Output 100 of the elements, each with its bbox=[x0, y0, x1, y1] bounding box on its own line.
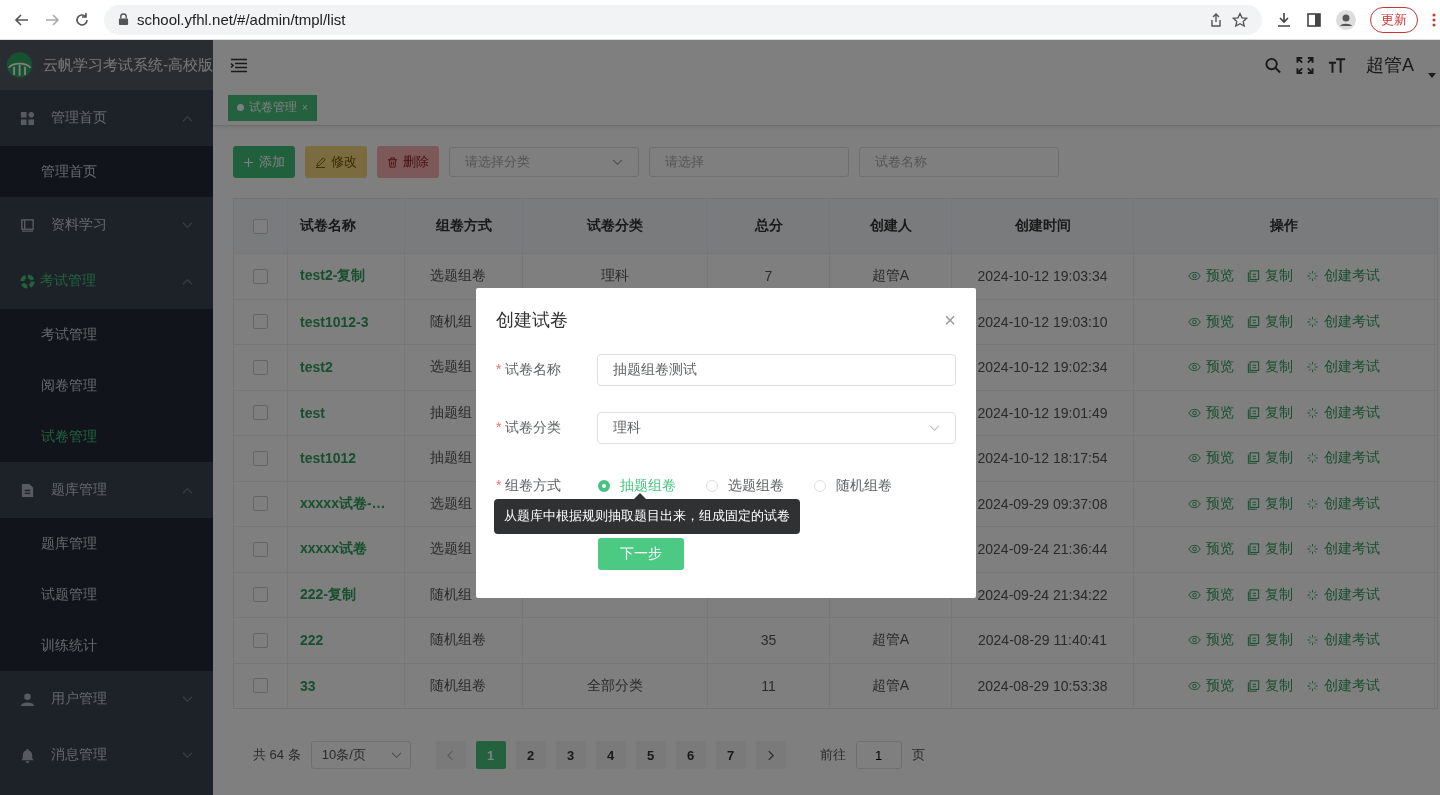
menu-icon[interactable] bbox=[1432, 11, 1436, 28]
menu-item[interactable]: 阅卷管理 bbox=[0, 360, 213, 411]
radio-option[interactable]: 选题组卷 bbox=[706, 477, 784, 495]
page-size-select[interactable]: 10条/页 bbox=[310, 741, 411, 769]
menu-item[interactable]: 试卷管理 bbox=[0, 411, 213, 462]
checkbox[interactable] bbox=[253, 632, 268, 648]
paper-name-link[interactable]: test2-复制 bbox=[300, 267, 366, 286]
action-link[interactable]: 复制 bbox=[1247, 449, 1293, 468]
fullscreen-icon[interactable] bbox=[1296, 56, 1314, 74]
action-link[interactable]: 预览 bbox=[1188, 358, 1234, 377]
paper-name-link[interactable]: test1012 bbox=[300, 450, 357, 467]
checkbox[interactable] bbox=[253, 450, 268, 466]
reload-icon[interactable] bbox=[74, 11, 90, 28]
paper-name-link[interactable]: test1012-3 bbox=[300, 313, 369, 330]
add-button[interactable]: 添加 bbox=[233, 146, 295, 178]
page-button[interactable]: 3 bbox=[555, 741, 586, 769]
star-icon[interactable] bbox=[1232, 11, 1248, 28]
action-link[interactable]: 复制 bbox=[1247, 676, 1293, 695]
profile-icon[interactable] bbox=[1336, 9, 1356, 30]
share-icon[interactable] bbox=[1208, 11, 1224, 28]
action-link[interactable]: 预览 bbox=[1188, 676, 1234, 695]
next-step-button[interactable]: 下一步 bbox=[598, 538, 684, 570]
action-link[interactable]: 创建考试 bbox=[1306, 403, 1380, 422]
paper-name-link[interactable]: 222-复制 bbox=[300, 585, 357, 604]
action-link[interactable]: 创建考试 bbox=[1306, 494, 1380, 513]
checkbox[interactable] bbox=[253, 314, 268, 330]
checkbox[interactable] bbox=[253, 359, 268, 375]
menu-group[interactable]: 题库管理 bbox=[0, 462, 213, 518]
action-link[interactable]: 创建考试 bbox=[1306, 267, 1380, 286]
action-link[interactable]: 预览 bbox=[1188, 403, 1234, 422]
name-field[interactable]: 抽题组卷测试 bbox=[596, 354, 956, 386]
paper-name-link[interactable]: test2 bbox=[300, 359, 333, 376]
page-button[interactable]: 7 bbox=[715, 741, 746, 769]
action-link[interactable]: 预览 bbox=[1188, 585, 1234, 604]
user-menu[interactable]: 超管A bbox=[1366, 53, 1414, 77]
page-input[interactable]: 1 bbox=[855, 741, 902, 769]
page-button[interactable]: 5 bbox=[635, 741, 666, 769]
checkbox[interactable] bbox=[253, 405, 268, 421]
action-link[interactable]: 复制 bbox=[1247, 312, 1293, 331]
action-link[interactable]: 预览 bbox=[1188, 312, 1234, 331]
checkbox[interactable] bbox=[253, 587, 268, 603]
radio-option[interactable]: 随机组卷 bbox=[814, 477, 892, 495]
action-link[interactable]: 创建考试 bbox=[1306, 631, 1380, 650]
action-link[interactable]: 创建考试 bbox=[1306, 449, 1380, 468]
page-button[interactable]: 2 bbox=[515, 741, 546, 769]
menu-group[interactable]: 管理首页 bbox=[0, 90, 213, 146]
paper-name-link[interactable]: 222 bbox=[300, 632, 324, 649]
action-link[interactable]: 预览 bbox=[1188, 449, 1234, 468]
menu-item[interactable]: 题库管理 bbox=[0, 518, 213, 569]
menu-group[interactable]: 用户管理 bbox=[0, 671, 213, 727]
action-link[interactable]: 创建考试 bbox=[1306, 312, 1380, 331]
action-link[interactable]: 创建考试 bbox=[1306, 540, 1380, 559]
caret-icon[interactable] bbox=[1428, 73, 1436, 78]
menu-icon[interactable] bbox=[230, 56, 248, 74]
action-link[interactable]: 复制 bbox=[1247, 403, 1293, 422]
back-icon[interactable] bbox=[14, 11, 30, 28]
menu-group[interactable]: 消息管理 bbox=[0, 727, 213, 783]
update-button[interactable]: 更新 bbox=[1370, 6, 1418, 33]
page-button[interactable]: 6 bbox=[675, 741, 706, 769]
action-link[interactable]: 复制 bbox=[1247, 631, 1293, 650]
menu-item[interactable]: 考试管理 bbox=[0, 309, 213, 360]
action-link[interactable]: 预览 bbox=[1188, 494, 1234, 513]
action-link[interactable]: 预览 bbox=[1188, 267, 1234, 286]
action-link[interactable]: 复制 bbox=[1247, 494, 1293, 513]
page-button[interactable]: 1 bbox=[475, 741, 506, 769]
next-page-button[interactable] bbox=[755, 741, 786, 769]
action-link[interactable]: 复制 bbox=[1247, 540, 1293, 559]
menu-item[interactable]: 管理首页 bbox=[0, 146, 213, 197]
action-link[interactable]: 创建考试 bbox=[1306, 585, 1380, 604]
paper-name-link[interactable]: 33 bbox=[300, 677, 316, 694]
action-link[interactable]: 创建考试 bbox=[1306, 358, 1380, 377]
checkbox[interactable] bbox=[253, 496, 268, 512]
paper-name-link[interactable]: xxxxx试卷-… bbox=[300, 494, 386, 513]
checkbox[interactable] bbox=[253, 541, 268, 557]
close-icon[interactable]: × bbox=[302, 102, 308, 113]
category-select[interactable]: 理科 bbox=[596, 412, 956, 444]
menu-group[interactable]: 考试管理 bbox=[0, 253, 213, 309]
side-panel-icon[interactable] bbox=[1306, 11, 1322, 28]
paper-name-link[interactable]: xxxxx试卷 bbox=[300, 540, 367, 559]
page-tab[interactable]: 试卷管理 × bbox=[228, 94, 317, 121]
action-link[interactable]: 复制 bbox=[1247, 267, 1293, 286]
font-size-icon[interactable] bbox=[1328, 56, 1346, 74]
page-button[interactable]: 4 bbox=[595, 741, 626, 769]
action-link[interactable]: 复制 bbox=[1247, 585, 1293, 604]
checkbox[interactable] bbox=[253, 218, 268, 234]
previous-page-button[interactable] bbox=[435, 741, 466, 769]
checkbox[interactable] bbox=[253, 268, 268, 284]
checkbox[interactable] bbox=[253, 678, 268, 694]
download-icon[interactable] bbox=[1276, 11, 1292, 28]
forward-icon[interactable] bbox=[44, 11, 60, 28]
paper-name-link[interactable]: test bbox=[300, 404, 325, 421]
menu-item[interactable]: 试题管理 bbox=[0, 569, 213, 620]
action-link[interactable]: 预览 bbox=[1188, 631, 1234, 650]
action-link[interactable]: 创建考试 bbox=[1306, 676, 1380, 695]
address-bar[interactable]: school.yfhl.net/#/admin/tmpl/list bbox=[104, 4, 1262, 35]
menu-group[interactable]: 资料学习 bbox=[0, 197, 213, 253]
action-link[interactable]: 复制 bbox=[1247, 358, 1293, 377]
close-icon[interactable]: × bbox=[944, 308, 956, 332]
action-link[interactable]: 预览 bbox=[1188, 540, 1234, 559]
radio-option[interactable]: 抽题组卷 bbox=[598, 477, 676, 495]
